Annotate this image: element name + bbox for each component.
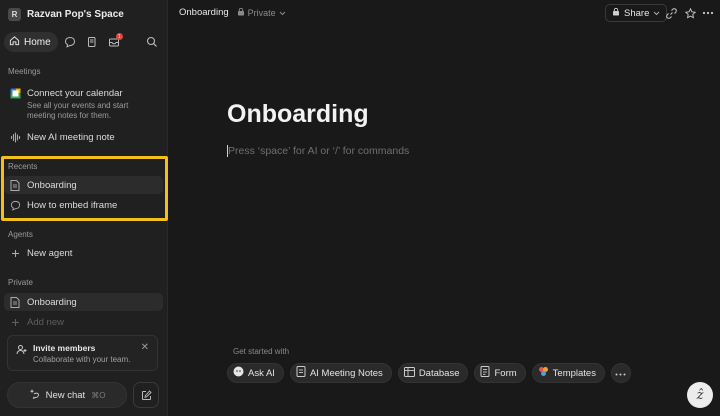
ai-assistant-icon[interactable]: ẑ bbox=[687, 382, 713, 408]
home-button[interactable]: Home bbox=[4, 32, 58, 52]
invite-title: Invite members bbox=[33, 343, 96, 353]
workspace-avatar: R bbox=[8, 7, 21, 21]
sparkle-chat-icon bbox=[29, 388, 40, 402]
breadcrumb-title[interactable]: Onboarding bbox=[179, 7, 229, 18]
meetings-section-label: Meetings bbox=[8, 67, 41, 76]
sidebar: R Razvan Pop's Space Home 1 Meetings Con… bbox=[0, 0, 168, 416]
chip-label: Database bbox=[418, 367, 460, 379]
notes-icon bbox=[296, 366, 306, 380]
new-ai-meeting-note-label: New AI meeting note bbox=[27, 131, 115, 143]
page-icon bbox=[9, 296, 21, 308]
workspace-switcher[interactable]: R Razvan Pop's Space bbox=[8, 6, 124, 22]
new-chat-label: New chat bbox=[45, 389, 86, 401]
sidebar-top-nav: Home 1 bbox=[4, 32, 164, 52]
plus-icon bbox=[9, 247, 21, 259]
new-chat-button[interactable]: New chat ⌘O bbox=[7, 382, 127, 408]
add-new-label: Add new bbox=[27, 316, 64, 328]
visibility-label: Private bbox=[247, 7, 276, 18]
templates-icon bbox=[538, 366, 549, 380]
lock-icon bbox=[237, 7, 245, 18]
search-icon[interactable] bbox=[142, 32, 162, 52]
new-agent-label: New agent bbox=[27, 247, 73, 259]
private-item-onboarding[interactable]: Onboarding bbox=[4, 293, 163, 311]
calendar-icon bbox=[9, 87, 21, 99]
get-started-chips: Ask AI AI Meeting Notes Database Form Te… bbox=[227, 363, 631, 383]
inbox-badge: 1 bbox=[115, 33, 123, 40]
invite-members-card[interactable]: Invite members Collaborate with your tea… bbox=[7, 335, 158, 371]
ai-notes-icon[interactable] bbox=[82, 32, 102, 52]
get-started-label: Get started with bbox=[233, 347, 290, 356]
more-options-icon[interactable] bbox=[700, 5, 716, 21]
templates-chip[interactable]: Templates bbox=[531, 363, 605, 383]
inbox-icon[interactable]: 1 bbox=[104, 32, 124, 52]
page-title[interactable]: Onboarding bbox=[227, 100, 369, 129]
connect-calendar-label: Connect your calendar bbox=[27, 87, 123, 99]
chevron-down-icon bbox=[653, 8, 660, 19]
add-user-icon bbox=[16, 344, 27, 358]
database-chip[interactable]: Database bbox=[397, 363, 469, 383]
home-label: Home bbox=[24, 36, 51, 48]
form-chip[interactable]: Form bbox=[474, 363, 526, 383]
private-item-label: Onboarding bbox=[27, 296, 77, 308]
chevron-down-icon bbox=[279, 8, 286, 18]
table-icon bbox=[403, 366, 415, 380]
ask-ai-chip[interactable]: Ask AI bbox=[227, 363, 284, 383]
share-button[interactable]: Share bbox=[605, 4, 668, 22]
close-icon[interactable]: ✕ bbox=[141, 342, 149, 353]
private-section-label: Private bbox=[8, 278, 33, 287]
recents-highlight-box bbox=[1, 156, 168, 221]
visibility-dropdown[interactable]: Private bbox=[237, 7, 286, 18]
home-icon bbox=[9, 35, 20, 49]
waveform-icon bbox=[9, 131, 21, 143]
chat-icon[interactable] bbox=[60, 32, 80, 52]
chip-label: Ask AI bbox=[248, 367, 275, 379]
breadcrumb: Onboarding Private bbox=[179, 7, 286, 18]
compose-icon[interactable] bbox=[133, 382, 159, 408]
form-icon bbox=[480, 366, 490, 380]
more-chip[interactable] bbox=[610, 363, 631, 383]
chip-label: AI Meeting Notes bbox=[309, 367, 383, 379]
agents-section-label: Agents bbox=[8, 230, 33, 239]
star-icon[interactable] bbox=[682, 5, 698, 21]
share-label: Share bbox=[624, 7, 650, 19]
link-icon[interactable] bbox=[663, 5, 679, 21]
new-agent-item[interactable]: New agent bbox=[4, 244, 163, 262]
main-editor: Onboarding Private Share Onboarding Pres… bbox=[168, 0, 720, 416]
ellipsis-icon bbox=[615, 368, 626, 379]
chip-label: Form bbox=[494, 367, 517, 379]
new-ai-meeting-note-item[interactable]: New AI meeting note bbox=[4, 128, 163, 146]
invite-subtitle: Collaborate with your team. bbox=[33, 355, 131, 364]
ai-meeting-notes-chip[interactable]: AI Meeting Notes bbox=[289, 363, 392, 383]
connect-calendar-description: See all your events and start meeting no… bbox=[27, 101, 129, 120]
lock-icon bbox=[612, 7, 620, 19]
plus-icon bbox=[9, 316, 21, 328]
chip-label: Templates bbox=[552, 367, 596, 379]
add-new-item[interactable]: Add new bbox=[4, 313, 163, 331]
connect-calendar-item[interactable]: Connect your calendar bbox=[4, 84, 163, 102]
workspace-name: Razvan Pop's Space bbox=[27, 8, 124, 20]
editor-placeholder[interactable]: Press ‘space’ for AI or ‘/’ for commands bbox=[227, 145, 409, 157]
new-chat-shortcut: ⌘O bbox=[91, 390, 106, 400]
ai-face-icon bbox=[233, 366, 244, 380]
